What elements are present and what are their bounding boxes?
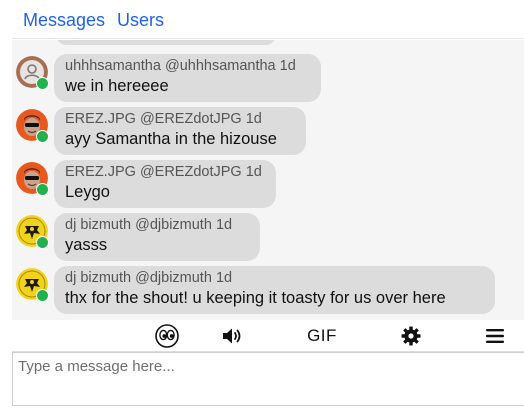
message-meta: uhhhsamantha @uhhhsamantha 1d: [65, 57, 310, 75]
gif-label: GIF: [307, 326, 337, 345]
sender-name[interactable]: EREZ.JPG: [65, 164, 136, 180]
message-composer: [12, 352, 524, 406]
online-status-icon: [36, 236, 49, 249]
sender-name[interactable]: EREZ.JPG: [65, 111, 136, 127]
message-text: yasss: [65, 236, 108, 254]
sender-name[interactable]: dj bizmuth: [65, 217, 131, 233]
message-meta: EREZ.JPG @EREZdotJPG 1d: [65, 110, 295, 128]
message-item: dj bizmuth @djbizmuth 1d thx for the sho…: [12, 266, 524, 318]
message-bubble: uhhhsamantha @uhhhsamantha 1d we in here…: [54, 54, 321, 102]
message-bubble: dj bizmuth @djbizmuth 1d thx for the sho…: [54, 266, 495, 314]
message-input[interactable]: [13, 353, 524, 405]
chat-toolbar: GIF: [12, 320, 524, 352]
sender-handle: @EREZdotJPG: [139, 111, 242, 127]
message-time: 1d: [245, 164, 262, 180]
partial-message-bubble: [56, 40, 276, 45]
message-text: Leygo: [65, 183, 110, 201]
hamburger-menu-icon[interactable]: [484, 324, 506, 348]
message-bubble: EREZ.JPG @EREZdotJPG 1d ayy Samantha in …: [54, 107, 306, 155]
sender-handle: @djbizmuth: [135, 270, 212, 286]
sender-name[interactable]: uhhhsamantha: [65, 58, 161, 74]
tab-users[interactable]: Users: [117, 10, 164, 31]
message-item: EREZ.JPG @EREZdotJPG 1d Leygo: [12, 160, 524, 212]
gif-button[interactable]: GIF: [302, 324, 342, 348]
online-status-icon: [36, 130, 49, 143]
message-time: 1d: [279, 58, 296, 74]
message-item: dj bizmuth @djbizmuth 1d yasss: [12, 213, 524, 265]
message-meta: dj bizmuth @djbizmuth 1d: [65, 269, 484, 287]
tab-messages[interactable]: Messages: [23, 10, 105, 31]
speaker-icon[interactable]: [219, 324, 245, 348]
message-meta: EREZ.JPG @EREZdotJPG 1d: [65, 163, 265, 181]
message-item: uhhhsamantha @uhhhsamantha 1d we in here…: [12, 54, 524, 106]
sender-name[interactable]: dj bizmuth: [65, 270, 131, 286]
online-status-icon: [36, 289, 49, 302]
message-text: ayy Samantha in the hizouse: [65, 130, 277, 148]
online-status-icon: [36, 183, 49, 196]
sender-handle: @djbizmuth: [135, 217, 212, 233]
sender-handle: @uhhhsamantha: [164, 58, 276, 74]
message-time: 1d: [215, 270, 233, 286]
message-bubble: EREZ.JPG @EREZdotJPG 1d Leygo: [54, 160, 276, 208]
message-meta: dj bizmuth @djbizmuth 1d: [65, 216, 249, 234]
message-text: thx for the shout! u keeping it toasty f…: [65, 289, 446, 307]
message-bubble: dj bizmuth @djbizmuth 1d yasss: [54, 213, 260, 261]
sender-handle: @EREZdotJPG: [139, 164, 242, 180]
message-item: EREZ.JPG @EREZdotJPG 1d ayy Samantha in …: [12, 107, 524, 159]
online-status-icon: [36, 77, 49, 90]
chat-tabs: Messages Users: [12, 3, 524, 39]
message-time: 1d: [245, 111, 262, 127]
eyes-emoji-icon[interactable]: [154, 324, 180, 348]
message-text: we in hereeee: [65, 77, 169, 95]
gear-icon[interactable]: [399, 324, 423, 348]
message-feed[interactable]: uhhhsamantha @uhhhsamantha 1d we in here…: [12, 40, 524, 320]
message-time: 1d: [215, 217, 233, 233]
